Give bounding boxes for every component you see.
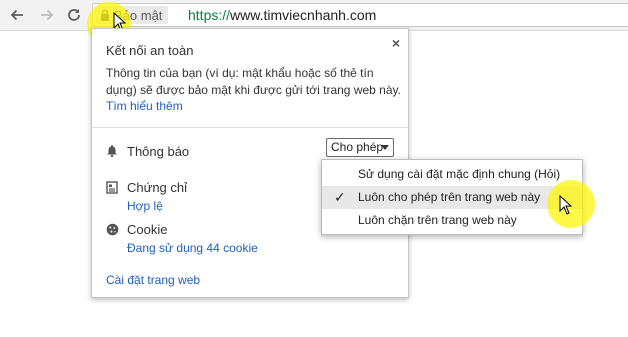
- dropdown-option-always-allow[interactable]: ✓ Luôn cho phép trên trang web này: [322, 186, 582, 209]
- back-button[interactable]: [6, 4, 28, 26]
- option-label: Luôn chặn trên trang web này: [358, 213, 517, 227]
- notifications-label: Thông báo: [127, 144, 190, 159]
- url-scheme: https://: [188, 7, 231, 23]
- chevron-down-icon: [381, 145, 389, 150]
- connection-title: Kết nối an toàn: [106, 43, 194, 58]
- certificate-label: Chứng chỉ: [127, 180, 188, 195]
- reload-button[interactable]: [63, 4, 85, 26]
- mouse-cursor-icon: [559, 195, 573, 215]
- connection-description: Thông tin của bạn (ví dụ: mật khẩu hoặc …: [106, 66, 401, 97]
- url-text[interactable]: https://www.timviecnhanh.com: [188, 7, 376, 23]
- forward-button[interactable]: [36, 4, 58, 26]
- cookie-icon: [106, 223, 119, 236]
- address-bar[interactable]: Bảo mật https://www.timviecnhanh.com: [92, 3, 628, 27]
- back-arrow-icon: [10, 9, 23, 21]
- site-settings-link[interactable]: Cài đặt trang web: [106, 273, 200, 287]
- cookie-label: Cookie: [127, 222, 168, 237]
- certificate-status-link[interactable]: Hợp lệ: [127, 199, 163, 213]
- dropdown-option-always-block[interactable]: Luôn chặn trên trang web này: [322, 209, 582, 232]
- cookie-status-link[interactable]: Đang sử dụng 44 cookie: [127, 241, 258, 255]
- option-label: Luôn cho phép trên trang web này: [358, 190, 541, 204]
- close-icon[interactable]: ×: [392, 35, 400, 51]
- forward-arrow-icon: [41, 9, 54, 21]
- certificate-icon: [106, 181, 118, 194]
- notifications-select-value: Cho phép: [331, 140, 384, 154]
- dropdown-option-default[interactable]: Sử dụng cài đặt mặc định chung (Hỏi): [322, 163, 582, 186]
- reload-icon: [68, 9, 80, 21]
- url-host: www.timviecnhanh.com: [230, 7, 377, 23]
- bell-icon: [107, 145, 117, 157]
- notifications-select[interactable]: Cho phép: [326, 138, 394, 157]
- divider: [92, 127, 408, 128]
- option-label: Sử dụng cài đặt mặc định chung (Hỏi): [358, 167, 561, 181]
- check-icon: ✓: [334, 189, 346, 205]
- learn-more-link[interactable]: Tìm hiểu thêm: [106, 99, 183, 113]
- notifications-dropdown: Sử dụng cài đặt mặc định chung (Hỏi) ✓ L…: [321, 159, 583, 235]
